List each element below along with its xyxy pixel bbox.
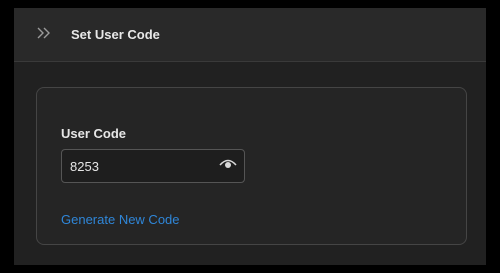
user-code-card: User Code Generate New Code: [36, 87, 467, 245]
collapse-button[interactable]: [33, 25, 55, 45]
eye-icon: [219, 157, 237, 175]
user-code-field: [61, 149, 245, 183]
generate-new-code-link[interactable]: Generate New Code: [61, 212, 180, 228]
user-code-input[interactable]: [62, 150, 212, 182]
panel-window: Set User Code User Code Generate New Cod…: [14, 8, 486, 265]
toggle-visibility-button[interactable]: [218, 157, 238, 175]
page-title: Set User Code: [71, 27, 160, 42]
chevrons-right-icon: [37, 26, 51, 44]
panel-header: Set User Code: [14, 8, 486, 62]
user-code-label: User Code: [61, 126, 127, 141]
